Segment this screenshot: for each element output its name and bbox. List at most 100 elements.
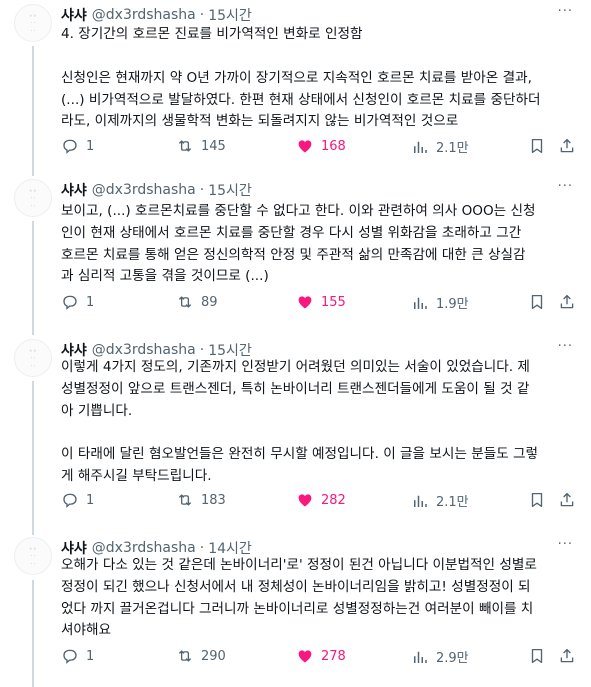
avatar[interactable]: ｡ ｡ · · · · xyxy=(14,179,52,217)
display-name[interactable]: 샤샤 xyxy=(61,5,87,25)
like-button[interactable]: 282 xyxy=(296,491,346,509)
display-name[interactable]: 샤샤 xyxy=(61,180,87,200)
action-bar: 1 89 155 1.9만 xyxy=(61,293,581,315)
reply-count: 1 xyxy=(86,138,95,154)
share-button[interactable] xyxy=(558,647,576,665)
reply-button[interactable]: 1 xyxy=(61,647,94,665)
user-handle[interactable]: @dx3rdshasha xyxy=(92,540,196,556)
more-icon[interactable]: ··· xyxy=(558,4,573,19)
tweet-paragraph: 보이고, (...) 호르몬치료를 중단할 수 없다고 한다. 이와 관련하여 … xyxy=(61,203,536,285)
timestamp[interactable]: 15시간 xyxy=(208,180,252,200)
tweet-header: 샤샤 @dx3rdshasha · 15시간 xyxy=(61,4,252,26)
views-button[interactable]: 1.9만 xyxy=(411,293,469,312)
tweet-paragraph: 이렇게 4가지 정도의, 기존까지 인정받기 어려웠던 의미있는 서술이 있었습… xyxy=(61,359,530,419)
share-button[interactable] xyxy=(558,137,576,155)
tweet[interactable]: ｡ ｡ · · · · 샤샤 @dx3rdshasha · 14시간 ··· 오해가… xyxy=(0,537,591,687)
retweet-icon xyxy=(178,140,192,152)
views-button[interactable]: 2.9만 xyxy=(411,647,469,666)
bookmark-icon xyxy=(531,138,543,154)
views-icon xyxy=(414,141,427,153)
action-bar: 1 183 282 2.1만 xyxy=(61,491,581,513)
heart-icon xyxy=(298,494,312,507)
retweet-button[interactable]: 183 xyxy=(176,491,226,509)
tweet-text: 보이고, (...) 호르몬치료를 중단할 수 없다고 한다. 이와 관련하여 … xyxy=(61,201,576,288)
separator-dot: · xyxy=(199,540,205,556)
tweet[interactable]: ｡ ｡ · · · · 샤샤 @dx3rdshasha · 15시간 ··· 4. … xyxy=(0,4,591,174)
views-icon xyxy=(414,495,427,507)
bookmark-icon xyxy=(531,492,543,508)
action-bar: 1 290 278 2.9만 xyxy=(61,647,581,669)
tweet-header: 샤샤 @dx3rdshasha · 15시간 xyxy=(61,179,252,201)
avatar[interactable]: ｡ ｡ · · · · xyxy=(14,537,52,575)
views-button[interactable]: 2.1만 xyxy=(411,137,469,156)
user-handle[interactable]: @dx3rdshasha xyxy=(92,7,196,23)
tweet-paragraph: 이 타래에 달린 혐오발언들은 완전히 무시할 예정입니다. 이 글을 보시는 … xyxy=(61,446,539,485)
tweet[interactable]: ｡ ｡ · · · · 샤샤 @dx3rdshasha · 15시간 ··· 이렇게… xyxy=(0,339,591,529)
separator-dot: · xyxy=(199,182,205,198)
tweet-paragraph: 오해가 다소 있는 것 같은데 논바이너리'로' 정정이 된건 아닙니다 이분법… xyxy=(61,557,537,639)
retweet-button[interactable]: 89 xyxy=(176,293,218,311)
more-icon[interactable]: ··· xyxy=(558,537,573,552)
timestamp[interactable]: 15시간 xyxy=(208,5,252,25)
heart-icon xyxy=(298,140,312,153)
reply-icon xyxy=(63,139,77,154)
like-count: 282 xyxy=(321,492,346,508)
reply-button[interactable]: 1 xyxy=(61,293,94,311)
like-button[interactable]: 168 xyxy=(296,137,346,155)
retweet-count: 290 xyxy=(201,648,226,664)
reply-icon xyxy=(63,295,77,310)
views-icon xyxy=(414,651,427,663)
heart-icon xyxy=(298,296,312,309)
reply-count: 1 xyxy=(86,648,95,664)
retweet-button[interactable]: 145 xyxy=(176,137,226,155)
like-count: 278 xyxy=(321,648,346,664)
more-icon[interactable]: ··· xyxy=(558,339,573,354)
reply-button[interactable]: 1 xyxy=(61,137,94,155)
views-button[interactable]: 2.1만 xyxy=(411,491,469,510)
retweet-count: 145 xyxy=(201,138,226,154)
tweet-text: 이렇게 4가지 정도의, 기존까지 인정받기 어려웠던 의미있는 서술이 있었습… xyxy=(61,357,576,488)
views-count: 1.9만 xyxy=(436,297,469,312)
share-icon xyxy=(560,138,574,153)
retweet-button[interactable]: 290 xyxy=(176,647,226,665)
views-count: 2.1만 xyxy=(436,495,469,510)
separator-dot: · xyxy=(199,7,205,23)
tweet-text: 오해가 다소 있는 것 같은데 논바이너리'로' 정정이 된건 아닙니다 이분법… xyxy=(61,555,576,642)
like-button[interactable]: 278 xyxy=(296,647,346,665)
share-button[interactable] xyxy=(558,491,576,509)
bookmark-button[interactable] xyxy=(528,491,546,509)
retweet-icon xyxy=(178,650,192,662)
tweet-paragraph: 신청인은 현재까지 약 O년 가까이 장기적으로 지속적인 호르몬 치료를 받아… xyxy=(61,69,541,130)
retweet-icon xyxy=(178,494,192,506)
tweet-paragraph: 4. 장기간의 호르몬 진료를 비가역적인 변화로 인정함 xyxy=(61,26,363,42)
reply-button[interactable]: 1 xyxy=(61,491,94,509)
reply-count: 1 xyxy=(86,294,95,310)
share-button[interactable] xyxy=(558,293,576,311)
avatar[interactable]: ｡ ｡ · · · · xyxy=(14,339,52,377)
like-count: 155 xyxy=(321,294,346,310)
more-icon[interactable]: ··· xyxy=(558,179,573,194)
retweet-count: 89 xyxy=(201,294,218,310)
bookmark-button[interactable] xyxy=(528,137,546,155)
user-handle[interactable]: @dx3rdshasha xyxy=(92,342,196,358)
tweet[interactable]: ｡ ｡ · · · · 샤샤 @dx3rdshasha · 15시간 ··· 보이고… xyxy=(0,179,591,329)
like-button[interactable]: 155 xyxy=(296,293,346,311)
bookmark-button[interactable] xyxy=(528,293,546,311)
views-count: 2.1만 xyxy=(436,141,469,156)
like-count: 168 xyxy=(321,138,346,154)
views-count: 2.9만 xyxy=(436,651,469,666)
reply-icon xyxy=(63,649,77,664)
retweet-icon xyxy=(178,296,192,308)
retweet-count: 183 xyxy=(201,492,226,508)
avatar[interactable]: ｡ ｡ · · · · xyxy=(14,4,52,42)
bookmark-icon xyxy=(531,294,543,310)
bookmark-button[interactable] xyxy=(528,647,546,665)
share-icon xyxy=(560,492,574,507)
reply-icon xyxy=(63,493,77,508)
share-icon xyxy=(560,294,574,309)
separator-dot: · xyxy=(199,342,205,358)
user-handle[interactable]: @dx3rdshasha xyxy=(92,182,196,198)
share-icon xyxy=(560,648,574,663)
reply-count: 1 xyxy=(86,492,95,508)
bookmark-icon xyxy=(531,648,543,664)
